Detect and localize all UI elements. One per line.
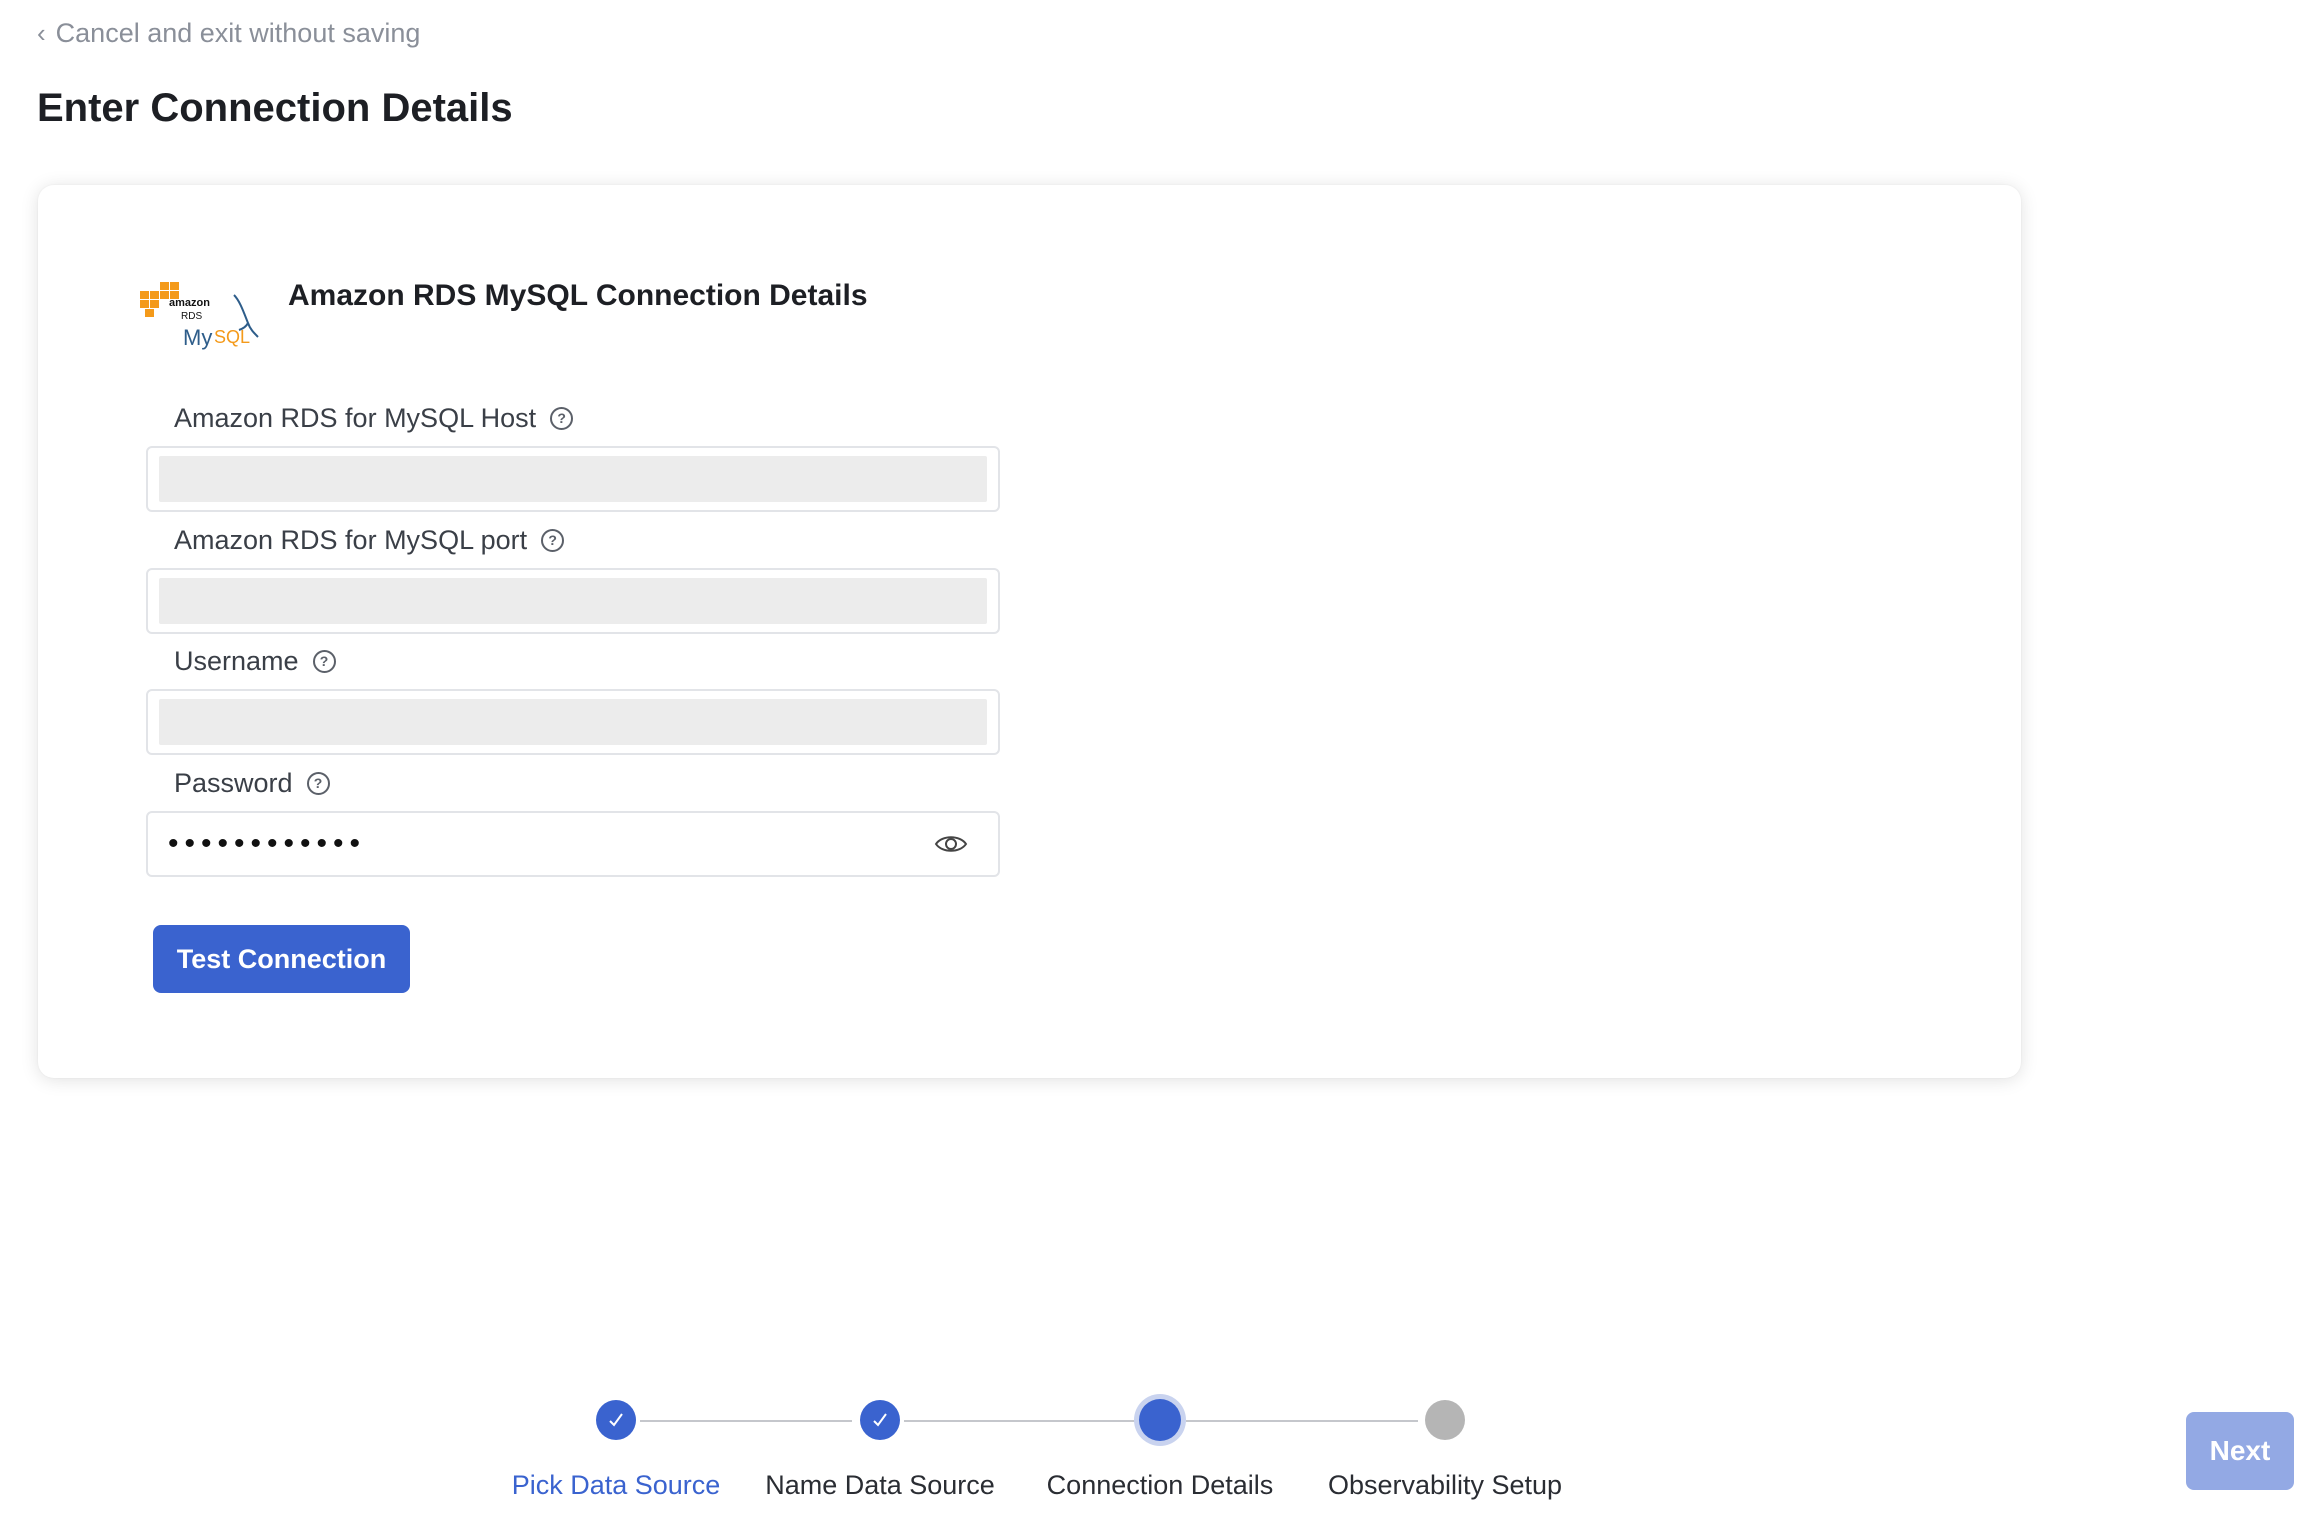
question-circle-icon[interactable]: ? [541,528,565,552]
cancel-exit-link[interactable]: ‹ Cancel and exit without saving [37,18,420,49]
logo-amazon-text: amazon [169,297,210,309]
username-label-row: Username ? [174,643,1000,679]
port-field: Amazon RDS for MySQL port ? [146,522,1000,634]
step-pending-dot [1425,1400,1465,1440]
port-label-row: Amazon RDS for MySQL port ? [174,522,1000,558]
step-label: Name Data Source [765,1470,995,1500]
username-field: Username ? [146,643,1000,755]
cancel-exit-label: Cancel and exit without saving [55,18,421,48]
host-label: Amazon RDS for MySQL Host [174,402,537,433]
checkmark-icon [609,1413,623,1427]
step-label: Observability Setup [1327,1470,1563,1500]
host-input[interactable] [159,456,987,502]
port-input-wrap [146,568,1000,634]
card-header: amazon RDS My SQL Amazon RDS MySQL Conne… [136,277,868,357]
step-active-dot [1139,1399,1181,1441]
step-complete-dot [860,1400,900,1440]
password-input[interactable]: •••••••••••• [146,811,1000,877]
port-input[interactable] [159,578,987,624]
host-label-row: Amazon RDS for MySQL Host ? [174,400,1000,436]
host-input-wrap [146,446,1000,512]
port-label: Amazon RDS for MySQL port [174,524,528,555]
username-label: Username [174,645,299,676]
page-title: Enter Connection Details [37,86,513,130]
step-label: Connection Details [1046,1470,1274,1500]
logo-mysql-my: My [183,325,212,350]
amazon-rds-mysql-logo: amazon RDS My SQL [136,277,266,357]
progress-stepper: Pick Data Source Name Data Source Connec… [0,1390,2316,1528]
step-connector [904,1420,1136,1422]
username-input[interactable] [159,699,987,745]
eye-icon[interactable] [934,833,968,855]
card-title: Amazon RDS MySQL Connection Details [288,279,868,312]
step-label: Pick Data Source [511,1470,721,1500]
password-label: Password [174,767,293,798]
question-circle-icon[interactable]: ? [550,406,574,430]
host-field: Amazon RDS for MySQL Host ? [146,400,1000,512]
question-circle-icon[interactable]: ? [306,771,330,795]
connection-card: amazon RDS My SQL Amazon RDS MySQL Conne… [38,185,2021,1078]
checkmark-icon [873,1413,887,1427]
password-value[interactable]: •••••••••••• [168,827,934,861]
step-complete-dot [596,1400,636,1440]
chevron-left-icon: ‹ [37,18,46,48]
logo-mysql-sql: SQL [214,327,250,347]
next-button[interactable]: Next [2186,1412,2294,1490]
username-input-wrap [146,689,1000,755]
step-connector [1186,1420,1418,1422]
logo-rds-text: RDS [181,311,202,322]
step-connector [640,1420,852,1422]
test-connection-button[interactable]: Test Connection [153,925,410,993]
password-label-row: Password ? [174,765,1000,801]
question-circle-icon[interactable]: ? [312,649,336,673]
password-field: Password ? •••••••••••• [146,765,1000,877]
